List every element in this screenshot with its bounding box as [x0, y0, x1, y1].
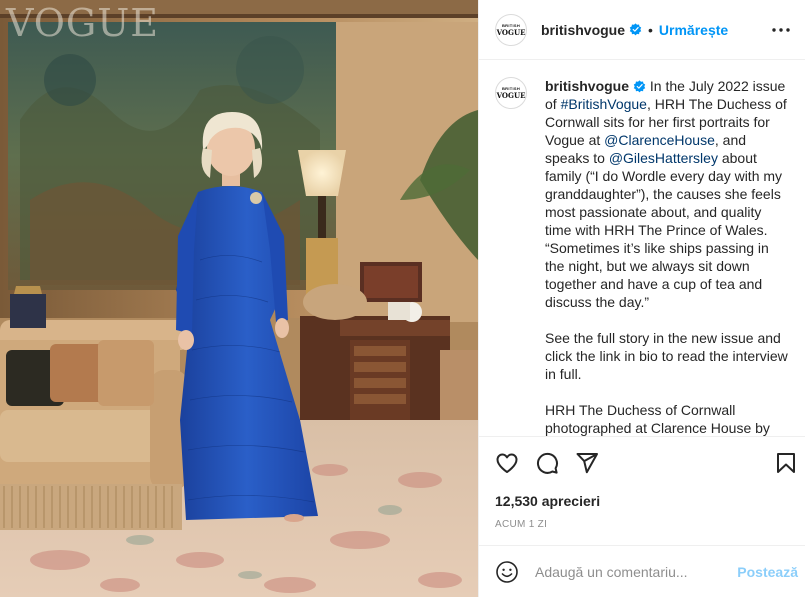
- emoji-button[interactable]: [495, 560, 519, 584]
- hashtag-link-britishvogue[interactable]: #BritishVogue: [561, 96, 647, 112]
- header-separator: •: [648, 21, 653, 38]
- avatar-line2: VOGUE: [496, 91, 526, 100]
- share-button[interactable]: [575, 451, 599, 475]
- caption-paragraph-2: See the full story in the new issue and …: [545, 330, 788, 382]
- avatar-line1: BRITISH: [501, 22, 521, 28]
- photo-scene: [0, 0, 478, 597]
- post-side-panel: BRITISH VOGUE britishvogue • Urmărește B…: [478, 0, 805, 597]
- mention-link-clarencehouse[interactable]: @ClarenceHouse: [604, 132, 715, 148]
- post-comment-button[interactable]: Postează: [737, 564, 798, 580]
- save-button[interactable]: [774, 451, 798, 475]
- likes-count[interactable]: 12,530 aprecieri: [479, 489, 805, 509]
- post-header: BRITISH VOGUE britishvogue • Urmărește: [479, 0, 805, 60]
- comment-button[interactable]: [535, 451, 559, 475]
- caption-row: BRITISH VOGUE britishvogue In the July 2…: [495, 77, 790, 436]
- action-icons-row: [479, 437, 805, 489]
- header-username[interactable]: britishvogue: [541, 22, 625, 38]
- post-actions: 12,530 aprecieri ACUM 1 ZI: [479, 436, 805, 530]
- verified-badge-icon: [633, 80, 646, 93]
- caption-paragraph-1: britishvogue In the July 2022 issue of #…: [545, 77, 790, 311]
- caption-text: britishvogue In the July 2022 issue of #…: [545, 77, 790, 436]
- caption-area: BRITISH VOGUE britishvogue In the July 2…: [479, 61, 805, 436]
- vogue-masthead: VOGUE: [6, 1, 160, 45]
- more-options-button[interactable]: [769, 18, 793, 42]
- share-icon: [576, 453, 598, 474]
- caption-username[interactable]: britishvogue: [545, 78, 629, 94]
- comment-icon: [536, 452, 558, 474]
- caption-avatar[interactable]: BRITISH VOGUE: [495, 77, 527, 109]
- bookmark-icon: [777, 453, 795, 473]
- follow-button[interactable]: Urmărește: [659, 22, 728, 38]
- post-photo[interactable]: VOGUE: [0, 0, 478, 597]
- comment-bar: Postează: [479, 545, 805, 597]
- caption-paragraph-3: HRH The Duchess of Cornwall photographed…: [545, 402, 770, 436]
- account-avatar[interactable]: BRITISH VOGUE: [495, 13, 527, 46]
- caption-segment: about family (“I do Wordle every day wit…: [545, 150, 783, 310]
- avatar-line2: VOGUE: [496, 27, 526, 37]
- post-timestamp[interactable]: ACUM 1 ZI: [479, 509, 805, 530]
- heart-icon: [496, 453, 518, 473]
- verified-badge-icon: [629, 23, 642, 36]
- more-options-icon: [772, 27, 790, 32]
- like-button[interactable]: [495, 451, 519, 475]
- mention-link-gileshattersley[interactable]: @GilesHattersley: [609, 150, 718, 166]
- comment-input[interactable]: [535, 563, 738, 580]
- emoji-icon: [496, 560, 518, 583]
